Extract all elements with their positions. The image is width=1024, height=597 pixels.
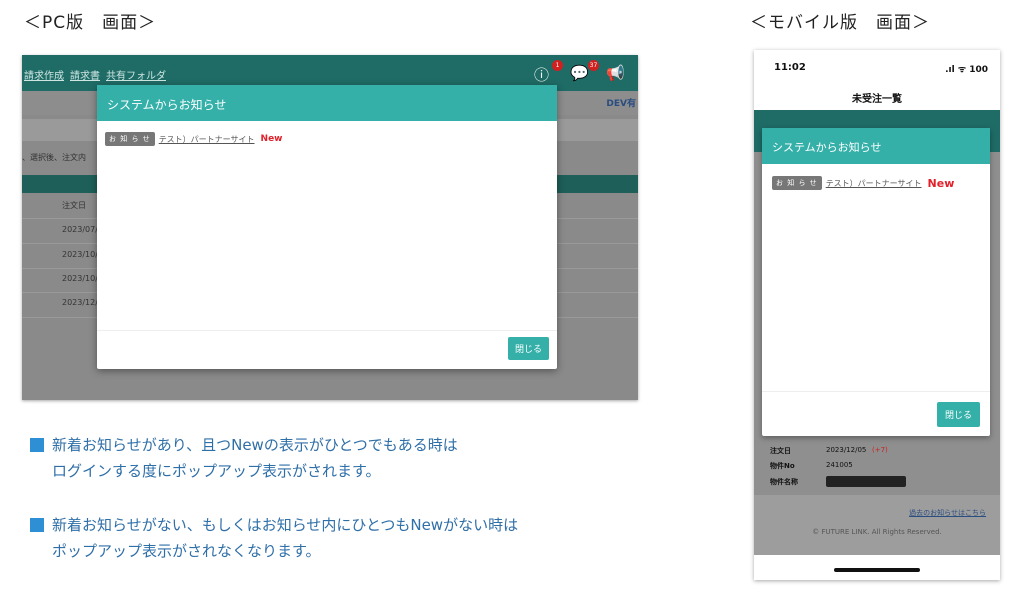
copyright: © FUTURE LINK. All Rights Reserved.	[812, 528, 942, 536]
description-line: ポップアップ表示がされなくなります。	[52, 542, 321, 560]
bg-col-head: 注文日	[62, 201, 86, 210]
bg-date: 2023/12/	[62, 298, 98, 307]
notice-link[interactable]: テスト）パートナーサイト	[826, 178, 922, 189]
redacted-value	[826, 476, 906, 487]
bg-date: 2023/07/	[62, 225, 98, 234]
notice-tag: お 知 ら せ	[772, 176, 822, 190]
bg-value: 241005	[826, 461, 853, 469]
modal-body: お 知 ら せ テスト）パートナーサイト New	[97, 121, 557, 331]
notice-tag: お 知 ら せ	[105, 132, 155, 146]
status-icons: .ıl ᯤ 100	[945, 65, 988, 75]
env-label: DEV有	[606, 99, 636, 109]
bg-value: 2023/12/05	[826, 446, 867, 454]
modal-title: システムからお知らせ	[97, 85, 557, 121]
mobile-footer	[754, 495, 1000, 555]
bg-label: 注文日	[770, 447, 791, 455]
bg-value-diff: (+7)	[872, 446, 888, 454]
description-line: 新着お知らせがあり、且つNewの表示がひとつでもある時は	[52, 436, 458, 454]
mobile-section-title: ＜モバイル版 画面＞	[750, 13, 930, 33]
new-label: New	[927, 176, 955, 190]
info-badge: 1	[552, 60, 563, 71]
nav-link-invoice-create[interactable]: 請求作成	[24, 67, 64, 82]
mobile-notice-modal: システムからお知らせ お 知 ら せ テスト）パートナーサイト New 閉じる	[762, 128, 990, 436]
notice-item: お 知 ら せ テスト）パートナーサイト New	[105, 132, 549, 146]
past-notices-link[interactable]: 過去のお知らせはこちら	[909, 508, 986, 518]
notice-link[interactable]: テスト）パートナーサイト	[159, 134, 255, 145]
close-button[interactable]: 閉じる	[507, 337, 549, 360]
info-icon[interactable]: ⓘ	[534, 64, 549, 85]
square-bullet-icon	[30, 438, 44, 452]
nav-link-invoice[interactable]: 請求書	[70, 67, 100, 82]
modal-title: システムからお知らせ	[762, 128, 990, 164]
mobile-screenshot: 11:02 .ıl ᯤ 100 未受注一覧 注文日 2023/12/05 (+7…	[754, 50, 1000, 580]
close-button[interactable]: 閉じる	[936, 402, 980, 427]
description-item-2: 新着お知らせがない、もしくはお知らせ内にひとつもNewがない時は ポップアップ表…	[30, 512, 518, 564]
pc-screenshot: 請求作成 請求書 共有フォルダ ⓘ 1 💬 37 📢 DEV有 、選択後、注文内…	[22, 55, 638, 400]
pc-notice-modal: システムからお知らせ お 知 ら せ テスト）パートナーサイト New 閉じる	[97, 85, 557, 369]
status-time: 11:02	[774, 62, 806, 73]
description-line: 新着お知らせがない、もしくはお知らせ内にひとつもNewがない時は	[52, 516, 519, 534]
chat-badge: 37	[588, 60, 599, 71]
new-label: New	[260, 134, 283, 144]
page-title: 未受注一覧	[852, 94, 902, 105]
bg-date: 2023/10/	[62, 274, 98, 283]
description-item-1: 新着お知らせがあり、且つNewの表示がひとつでもある時は ログインする度にポップ…	[30, 432, 458, 484]
description-line: ログインする度にポップアップ表示がされます。	[52, 462, 381, 480]
bg-label: 物件名称	[770, 478, 798, 486]
bg-label: 物件No	[770, 462, 795, 470]
modal-body: お 知 ら せ テスト）パートナーサイト New	[762, 164, 990, 392]
notice-item: お 知 ら せ テスト）パートナーサイト New	[772, 176, 980, 190]
megaphone-icon[interactable]: 📢	[606, 64, 625, 82]
chat-icon[interactable]: 💬	[570, 64, 589, 82]
home-indicator[interactable]	[834, 568, 920, 572]
pc-section-title: ＜PC版 画面＞	[24, 13, 157, 33]
nav-link-shared-folder[interactable]: 共有フォルダ	[106, 67, 166, 82]
bg-instruction: 、選択後、注文内	[22, 153, 86, 162]
square-bullet-icon	[30, 518, 44, 532]
bg-date: 2023/10/	[62, 250, 98, 259]
